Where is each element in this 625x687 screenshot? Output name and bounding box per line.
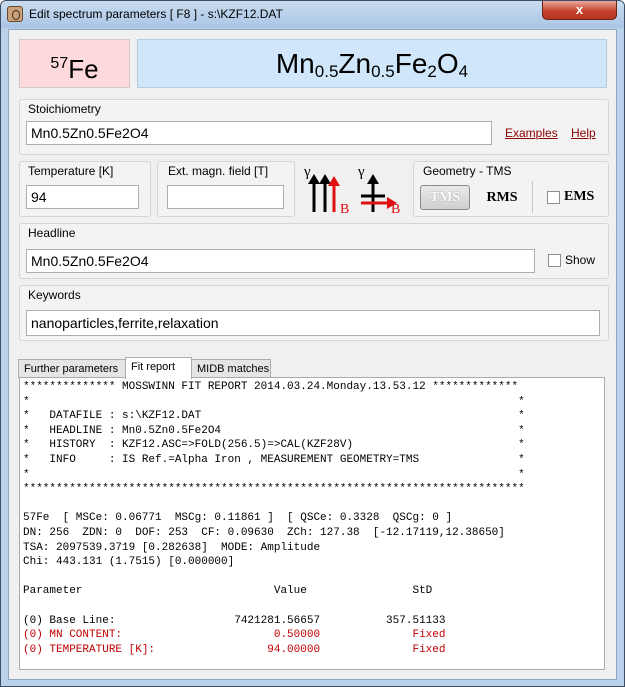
stoichiometry-input[interactable]: Mn0.5Zn0.5Fe2O4 <box>26 121 492 145</box>
report-line: * DATAFILE : s:\KZF12.DAT * <box>23 410 525 423</box>
help-link[interactable]: Help <box>571 126 596 140</box>
fit-report-content: ************** MOSSWINN FIT REPORT 2014.… <box>20 378 604 657</box>
formula-element: Zn <box>338 48 372 79</box>
report-line: * * <box>23 395 525 408</box>
gamma-perpendicular-icon[interactable]: γ B <box>355 164 407 220</box>
report-line <box>23 599 604 614</box>
formula-element: Fe <box>394 48 428 79</box>
tms-button[interactable]: TMS <box>420 185 470 210</box>
fit-report-text[interactable]: ************** MOSSWINN FIT REPORT 2014.… <box>19 377 605 670</box>
report-line: DN: 256 ZDN: 0 DOF: 253 CF: 0.09630 ZCh:… <box>23 526 505 539</box>
report-line: * HEADLINE : Mn0.5Zn0.5Fe2O4 * <box>23 424 525 437</box>
isotope-box: 57Fe <box>19 39 130 88</box>
report-line: * INFO : IS Ref.=Alpha Iron , MEASUREMEN… <box>23 453 525 466</box>
report-line: TSA: 2097539.3719 [0.282638] MODE: Ampli… <box>23 541 321 554</box>
temperature-label: Temperature [K] <box>28 164 114 178</box>
isotope-mass: 57 <box>50 55 69 72</box>
formula-subscript: 0.5 <box>371 62 395 81</box>
ext-field-input[interactable] <box>167 185 284 209</box>
ems-label[interactable]: EMS <box>564 188 594 206</box>
report-line <box>23 497 604 512</box>
window-title: Edit spectrum parameters [ F8 ] - s:\KZF… <box>29 7 283 21</box>
b-symbol-2: B <box>391 202 401 217</box>
report-line: * * <box>23 468 525 481</box>
report-line: (0) MN CONTENT: 0.50000 Fixed <box>23 629 446 642</box>
headline-label: Headline <box>28 226 76 240</box>
tab-fit-report[interactable]: Fit report <box>125 357 192 379</box>
window: Edit spectrum parameters [ F8 ] - s:\KZF… <box>0 0 625 687</box>
report-line: * HISTORY : KZF12.ASC=>FOLD(256.5)=>CAL(… <box>23 439 525 452</box>
title-bar[interactable]: Edit spectrum parameters [ F8 ] - s:\KZF… <box>1 1 624 28</box>
report-line: (0) Base Line: 7421281.56657 357.51133 <box>23 614 446 627</box>
headline-input[interactable]: Mn0.5Zn0.5Fe2O4 <box>26 249 535 273</box>
formula-subscript: 0.5 <box>314 62 339 81</box>
show-checkbox[interactable] <box>548 254 561 267</box>
temperature-input[interactable]: 94 <box>26 185 139 209</box>
ems-checkbox[interactable] <box>547 191 560 204</box>
report-line: 57Fe [ MSCe: 0.06771 MSCg: 0.11861 ] [ Q… <box>23 512 453 525</box>
tab-midb-matches[interactable]: MIDB matches <box>191 359 271 378</box>
report-line: ************** MOSSWINN FIT REPORT 2014.… <box>23 381 519 393</box>
formula-subscript: 4 <box>458 62 469 81</box>
geometry-label: Geometry - TMS <box>423 164 512 178</box>
report-line: (0) TEMPERATURE [K]: 94.00000 Fixed <box>23 643 446 656</box>
dialog-client: 57Fe Mn0.5Zn0.5Fe2O4 Stoichiometry Mn0.5… <box>8 29 617 680</box>
formula-element: Mn <box>275 48 315 79</box>
show-label[interactable]: Show <box>565 253 595 267</box>
report-line: Chi: 443.131 (1.7515) [0.000000] <box>23 556 235 569</box>
close-button[interactable]: x <box>542 1 617 20</box>
rms-button[interactable]: RMS <box>480 185 524 210</box>
examples-link[interactable]: Examples <box>505 126 558 140</box>
tab-further-parameters[interactable]: Further parameters <box>18 359 126 378</box>
keywords-input[interactable]: nanoparticles,ferrite,relaxation <box>26 310 600 336</box>
isotope-element: Fe <box>68 54 99 84</box>
formula-display: Mn0.5Zn0.5Fe2O4 <box>137 39 607 88</box>
b-symbol: B <box>340 202 350 217</box>
report-line: Parameter Value StD <box>23 585 433 598</box>
formula-subscript: 2 <box>427 62 437 81</box>
ext-field-label: Ext. magn. field [T] <box>168 164 269 178</box>
report-line <box>23 570 604 585</box>
keywords-label: Keywords <box>28 288 81 302</box>
report-line: ****************************************… <box>23 483 525 496</box>
gamma-parallel-icon[interactable]: γ B <box>302 164 352 220</box>
formula-element: O <box>436 48 459 79</box>
stoichiometry-label: Stoichiometry <box>28 102 101 116</box>
app-icon[interactable] <box>7 6 23 22</box>
geometry-divider <box>532 181 533 213</box>
